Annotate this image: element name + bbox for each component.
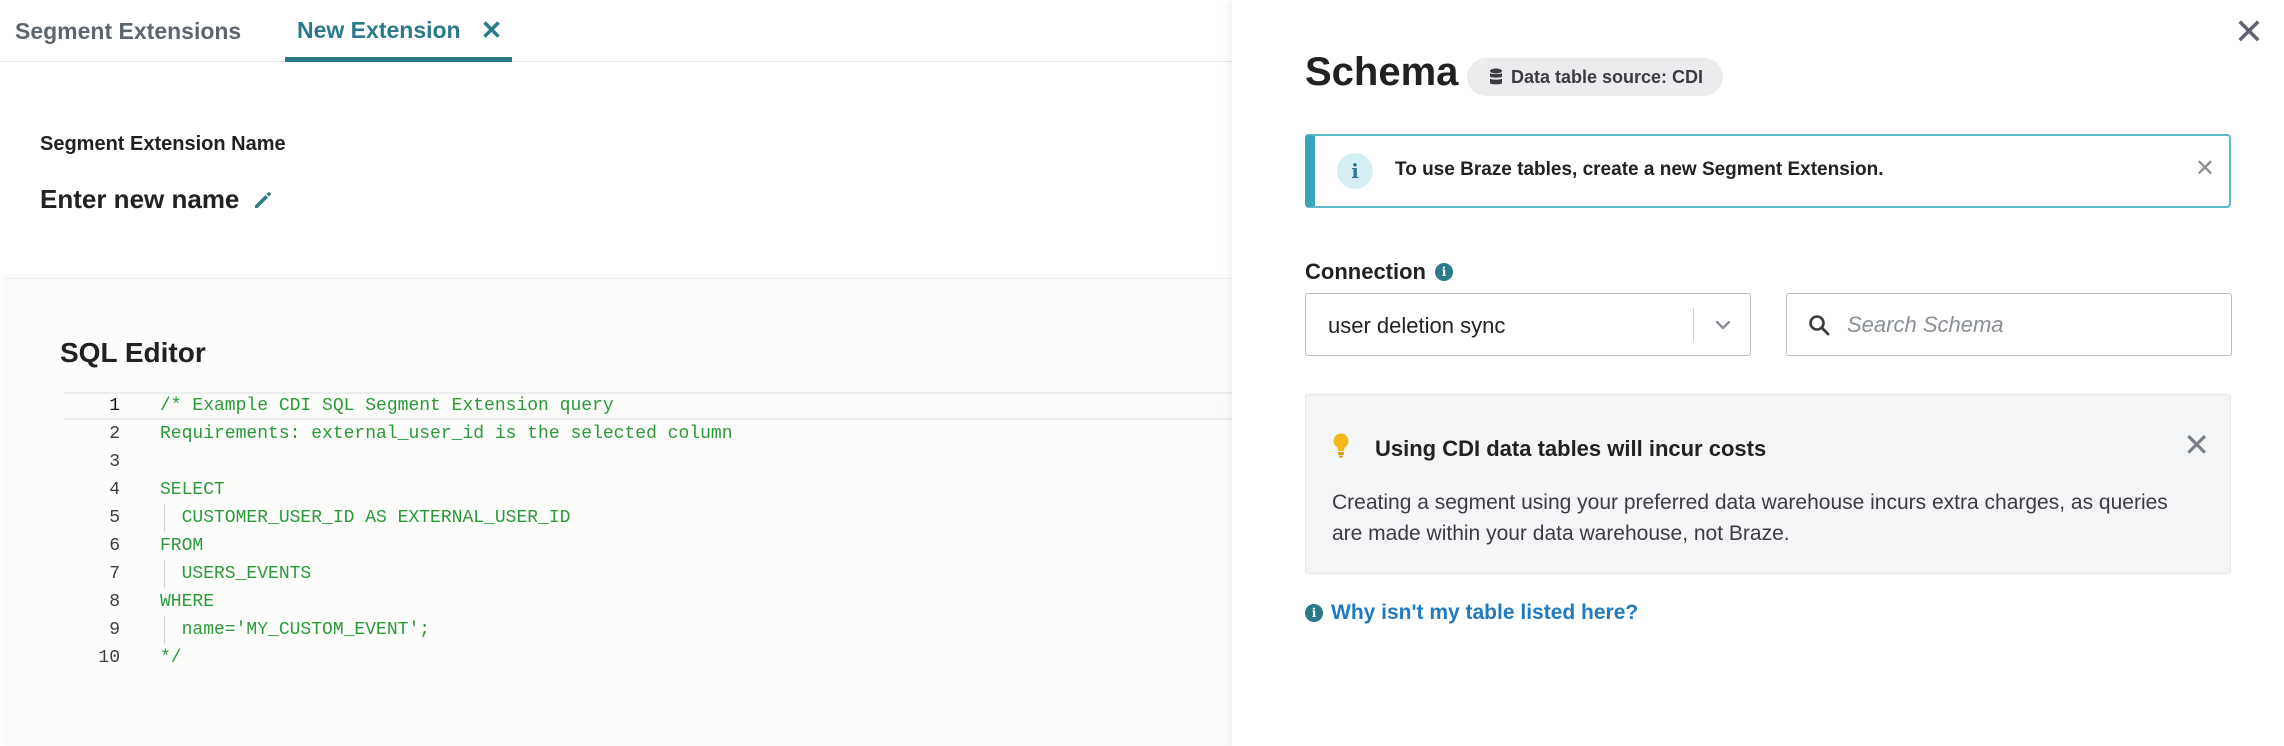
code-line[interactable]: 3 (64, 448, 1232, 476)
code-editor[interactable]: 1 /* Example CDI SQL Segment Extension q… (64, 392, 1232, 672)
search-schema-input[interactable] (1847, 295, 2217, 354)
line-number: 9 (109, 620, 120, 640)
close-icon[interactable]: ✕ (2195, 154, 2215, 183)
code-text: Requirements: external_user_id is the se… (160, 424, 733, 444)
code-line[interactable]: 1 /* Example CDI SQL Segment Extension q… (64, 392, 1232, 420)
line-number: 8 (109, 592, 120, 612)
info-icon: i (1305, 604, 1323, 622)
close-icon[interactable]: ✕ (2183, 429, 2210, 461)
info-icon: i (1337, 153, 1373, 189)
tab-bar: Segment Extensions New Extension ✕ (0, 0, 1232, 62)
line-number: 6 (109, 536, 120, 556)
line-number: 4 (109, 480, 120, 500)
schema-panel: ✕ Schema Data table source: CDI i To use… (1232, 0, 2284, 746)
search-schema-box[interactable] (1786, 293, 2232, 356)
code-line[interactable]: 4 SELECT (64, 476, 1232, 504)
code-text: FROM (160, 536, 204, 556)
tab-label: New Extension (297, 16, 461, 43)
close-tab-icon[interactable]: ✕ (481, 15, 503, 46)
extension-name-label: Segment Extension Name (40, 133, 286, 155)
table-not-listed-link[interactable]: i Why isn't my table listed here? (1305, 601, 1638, 625)
info-banner: i To use Braze tables, create a new Segm… (1305, 134, 2231, 208)
line-number: 10 (98, 648, 120, 668)
code-text: */ (160, 648, 182, 668)
info-banner-text: To use Braze tables, create a new Segmen… (1395, 159, 1884, 180)
connection-label-text: Connection (1305, 259, 1426, 284)
code-line[interactable]: 2 Requirements: external_user_id is the … (64, 420, 1232, 448)
select-divider (1693, 308, 1694, 341)
search-icon (1809, 315, 1830, 336)
code-line[interactable]: 7 USERS_EVENTS (64, 560, 1232, 588)
code-line[interactable]: 9 name='MY_CUSTOM_EVENT'; (64, 616, 1232, 644)
info-icon[interactable]: i (1435, 263, 1453, 281)
connection-select[interactable]: user deletion sync (1305, 293, 1751, 356)
chevron-down-icon[interactable] (1712, 314, 1734, 336)
database-icon (1490, 68, 1502, 85)
code-text: CUSTOMER_USER_ID AS EXTERNAL_USER_ID (160, 508, 571, 528)
lightbulb-icon (1333, 433, 1349, 458)
cost-notice-body: Creating a segment using your preferred … (1332, 491, 2168, 545)
connection-label: Connection i (1305, 259, 1453, 285)
code-text: /* Example CDI SQL Segment Extension que… (160, 396, 614, 416)
cost-notice-title: Using CDI data tables will incur costs (1375, 436, 1767, 461)
sql-editor-title: SQL Editor (60, 337, 206, 368)
line-number: 2 (109, 424, 120, 444)
code-text: USERS_EVENTS (160, 564, 312, 584)
line-number: 7 (109, 564, 120, 584)
sql-editor-card: SQL Editor 1 /* Example CDI SQL Segment … (4, 278, 1232, 746)
code-text: SELECT (160, 480, 225, 500)
help-link-text: Why isn't my table listed here? (1331, 601, 1639, 624)
connection-selected-value: user deletion sync (1328, 313, 1506, 338)
pencil-icon[interactable] (251, 188, 275, 212)
extension-name-field[interactable]: Enter new name (40, 184, 275, 215)
line-number: 5 (109, 508, 120, 528)
tab-new-extension[interactable]: New Extension ✕ (285, 0, 512, 62)
code-line[interactable]: 5 CUSTOMER_USER_ID AS EXTERNAL_USER_ID (64, 504, 1232, 532)
tab-segment-extensions[interactable]: Segment Extensions (15, 0, 241, 62)
line-number: 3 (109, 452, 120, 472)
extension-name-text: Enter new name (40, 184, 240, 214)
tab-label: Segment Extensions (15, 17, 242, 44)
cost-notice-card: Using CDI data tables will incur costs ✕… (1305, 394, 2231, 574)
data-source-text: Data table source: CDI (1511, 66, 1704, 87)
code-line[interactable]: 6 FROM (64, 532, 1232, 560)
close-icon[interactable]: ✕ (2234, 14, 2264, 50)
data-source-badge: Data table source: CDI (1467, 58, 1724, 96)
line-number: 1 (109, 396, 120, 416)
code-text: name='MY_CUSTOM_EVENT'; (160, 620, 431, 640)
code-line[interactable]: 8 WHERE (64, 588, 1232, 616)
schema-title: Schema (1305, 50, 1459, 94)
code-line[interactable]: 10 */ (64, 644, 1232, 672)
main-area: Segment Extensions New Extension ✕ Segme… (0, 0, 1232, 746)
code-text: WHERE (160, 592, 215, 612)
